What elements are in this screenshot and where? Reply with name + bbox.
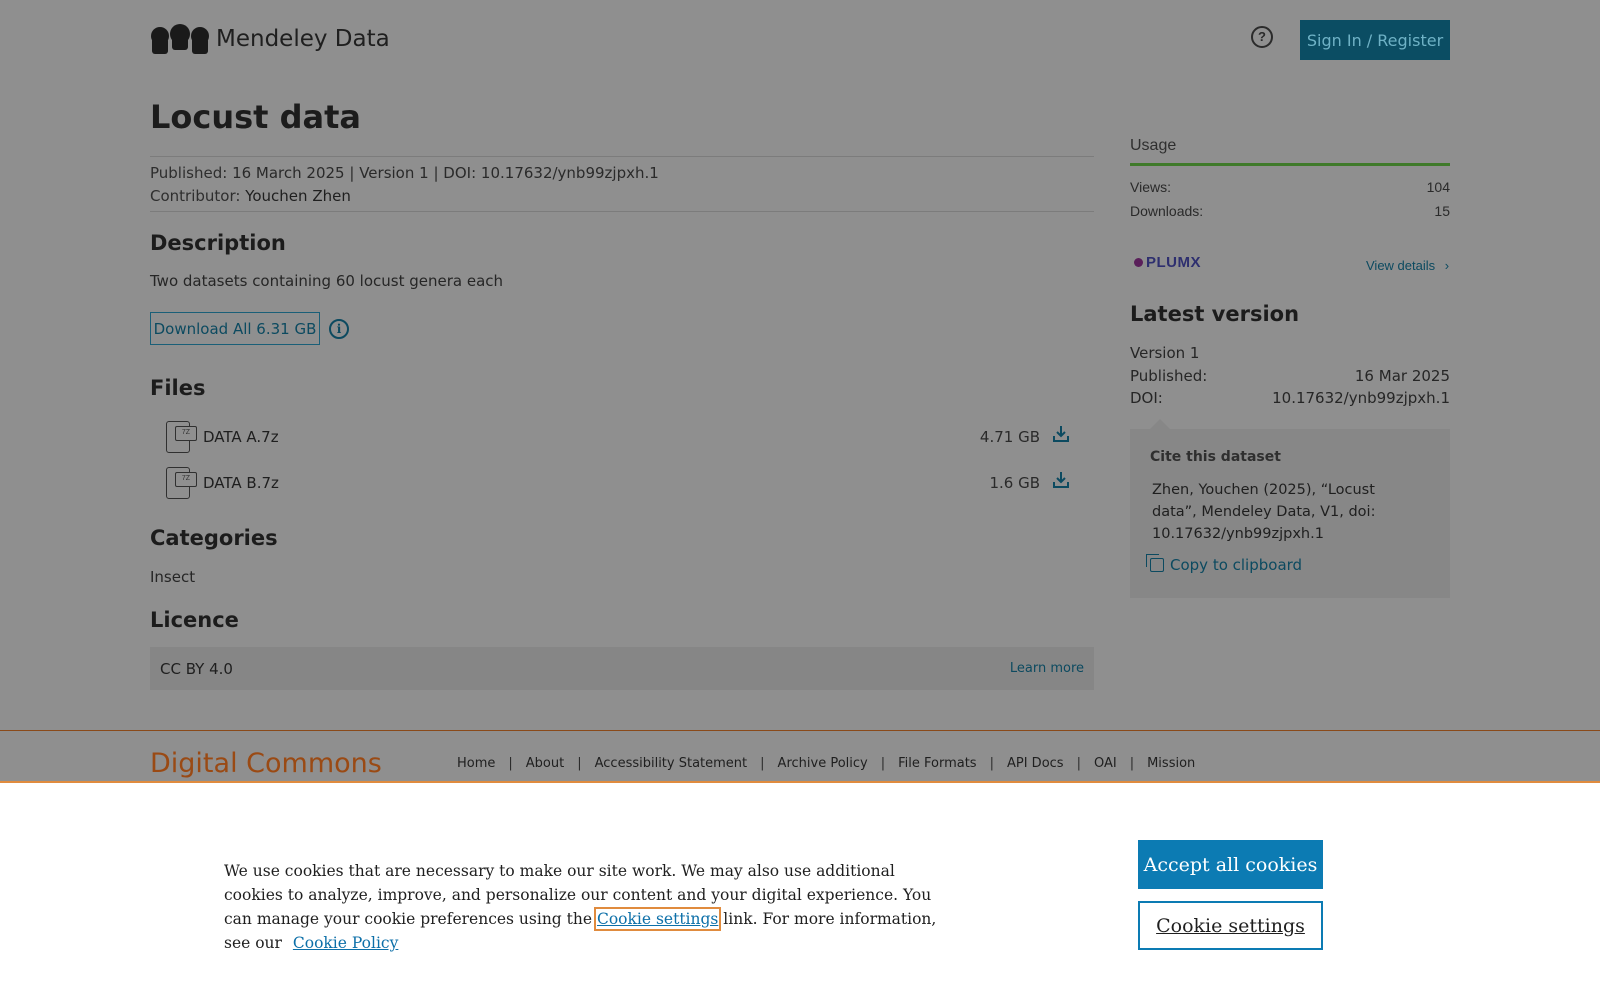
contributor-line: Contributor: Youchen Zhen bbox=[150, 187, 351, 205]
file-row[interactable]: 7Z DATA A.7z 4.71 GB bbox=[166, 421, 1090, 455]
file-row[interactable]: 7Z DATA B.7z 1.6 GB bbox=[166, 467, 1090, 501]
footer-nav: Home | About | Accessibility Statement | Ar… bbox=[457, 756, 1195, 771]
view-details-link[interactable]: View details › bbox=[1366, 258, 1449, 273]
latest-doi-value[interactable]: 10.17632/ynb99zjpxh.1 bbox=[1250, 389, 1450, 407]
contributor-name[interactable]: Youchen Zhen bbox=[245, 187, 351, 205]
file-name[interactable]: DATA B.7z bbox=[203, 474, 279, 492]
chevron-right-icon: › bbox=[1444, 258, 1450, 273]
latest-doi-label: DOI: bbox=[1130, 389, 1163, 407]
nav-separator: | bbox=[760, 756, 765, 771]
file-type-tag: 7Z bbox=[175, 426, 197, 441]
file-type-tag: 7Z bbox=[175, 472, 197, 487]
licence-name: CC BY 4.0 bbox=[160, 660, 233, 678]
sign-in-register-button[interactable]: Sign In / Register bbox=[1300, 20, 1450, 60]
copy-to-clipboard-button[interactable]: Copy to clipboard bbox=[1146, 554, 1303, 574]
footer-divider bbox=[0, 730, 1600, 731]
version-text: Version 1 bbox=[359, 164, 429, 182]
published-date: 16 March 2025 bbox=[232, 164, 345, 182]
cookie-policy-link[interactable]: Cookie Policy bbox=[293, 934, 398, 952]
divider bbox=[150, 156, 1094, 157]
mendeley-logo-icon bbox=[151, 24, 209, 54]
nav-separator: | bbox=[989, 756, 994, 771]
meta-separator: | bbox=[433, 164, 444, 182]
published-label: Published: bbox=[150, 164, 228, 182]
licence-heading: Licence bbox=[150, 608, 239, 632]
footer-link-oai[interactable]: OAI bbox=[1094, 756, 1117, 771]
site-name[interactable]: Mendeley Data bbox=[216, 26, 390, 52]
footer-link-home[interactable]: Home bbox=[457, 756, 495, 771]
nav-separator: | bbox=[508, 756, 513, 771]
views-label: Views: bbox=[1130, 179, 1171, 195]
info-circle-icon[interactable]: i bbox=[329, 319, 349, 339]
plumx-text: PLUMX bbox=[1146, 254, 1201, 271]
usage-heading: Usage bbox=[1130, 137, 1177, 154]
downloads-label: Downloads: bbox=[1130, 203, 1204, 219]
latest-published-date: 16 Mar 2025 bbox=[1354, 367, 1450, 385]
file-size: 1.6 GB bbox=[989, 474, 1040, 492]
downloads-count: 15 bbox=[1434, 203, 1450, 219]
download-all-button[interactable]: Download All 6.31 GB bbox=[150, 312, 320, 345]
latest-published-label: Published: bbox=[1130, 367, 1208, 385]
footer-link-accessibility[interactable]: Accessibility Statement bbox=[595, 756, 748, 771]
footer-link-archive-policy[interactable]: Archive Policy bbox=[778, 756, 868, 771]
doi-value: 10.17632/ynb99zjpxh.1 bbox=[480, 164, 659, 182]
footer-link-api-docs[interactable]: API Docs bbox=[1007, 756, 1064, 771]
latest-version-heading: Latest version bbox=[1130, 302, 1300, 326]
citation-text: Zhen, Youchen (2025), “Locust data”, Men… bbox=[1152, 482, 1376, 542]
footer-link-file-formats[interactable]: File Formats bbox=[898, 756, 976, 771]
nav-separator: | bbox=[1076, 756, 1081, 771]
accept-all-cookies-button[interactable]: Accept all cookies bbox=[1138, 840, 1323, 889]
download-icon[interactable] bbox=[1052, 425, 1070, 443]
archive-file-icon: 7Z bbox=[166, 467, 197, 499]
licence-bar: CC BY 4.0 Learn more bbox=[150, 647, 1094, 690]
categories-heading: Categories bbox=[150, 526, 278, 550]
meta-separator: | bbox=[349, 164, 360, 182]
learn-more-link[interactable]: Learn more bbox=[1010, 661, 1084, 676]
question-circle-icon[interactable]: ? bbox=[1251, 26, 1273, 48]
doi-label: DOI: bbox=[443, 164, 477, 182]
archive-file-icon: 7Z bbox=[166, 421, 197, 453]
contributor-label: Contributor: bbox=[150, 187, 241, 205]
file-name[interactable]: DATA A.7z bbox=[203, 428, 279, 446]
plumx-logo[interactable]: PLUMX bbox=[1134, 254, 1201, 271]
files-heading: Files bbox=[150, 376, 206, 400]
file-size: 4.71 GB bbox=[979, 428, 1040, 446]
category-item[interactable]: Insect bbox=[150, 568, 195, 586]
page-title: Locust data bbox=[150, 98, 361, 136]
views-count: 104 bbox=[1426, 179, 1450, 195]
usage-underline bbox=[1130, 163, 1450, 166]
cookie-settings-link[interactable]: Cookie settings bbox=[593, 907, 722, 931]
cookie-settings-button[interactable]: Cookie settings bbox=[1138, 901, 1323, 950]
cookie-banner: We use cookies that are necessary to mak… bbox=[0, 781, 1600, 1002]
description-heading: Description bbox=[150, 231, 286, 255]
footer-link-mission[interactable]: Mission bbox=[1147, 756, 1195, 771]
download-icon[interactable] bbox=[1052, 471, 1070, 489]
view-details-label: View details bbox=[1366, 258, 1436, 273]
description-text: Two datasets containing 60 locust genera… bbox=[150, 272, 504, 290]
copy-icon bbox=[1146, 554, 1164, 572]
divider bbox=[150, 211, 1094, 212]
cite-heading: Cite this dataset bbox=[1150, 449, 1281, 465]
digital-commons-logo[interactable]: Digital Commons bbox=[150, 748, 382, 779]
nav-separator: | bbox=[577, 756, 582, 771]
dataset-meta: Published: 16 March 2025 | Version 1 | D… bbox=[150, 164, 659, 182]
latest-version-number: Version 1 bbox=[1130, 344, 1200, 362]
cookie-message: We use cookies that are necessary to mak… bbox=[224, 859, 944, 955]
nav-separator: | bbox=[880, 756, 886, 771]
cite-box-pointer bbox=[1150, 419, 1170, 429]
footer-link-about[interactable]: About bbox=[526, 756, 564, 771]
nav-separator: | bbox=[1129, 756, 1135, 771]
plumx-icon bbox=[1134, 258, 1143, 267]
copy-label: Copy to clipboard bbox=[1170, 556, 1303, 574]
cite-box: Cite this dataset Zhen, Youchen (2025), … bbox=[1130, 429, 1450, 598]
mendeley-logo[interactable] bbox=[150, 22, 210, 58]
